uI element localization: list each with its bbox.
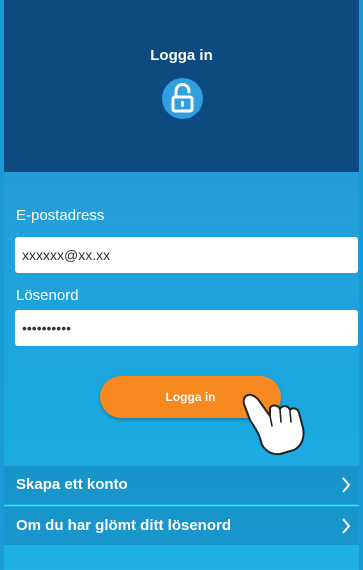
forgot-password-link[interactable]: Om du har glömt ditt lösenord [4,507,359,545]
email-field[interactable]: xxxxxx@xx.xx [15,237,358,273]
pointing-hand-icon [242,393,305,456]
lock-badge [162,78,203,119]
create-account-label: Skapa ett konto [16,476,128,493]
create-account-link[interactable]: Skapa ett konto [4,466,359,504]
divider [4,505,359,506]
page-title: Logga in [150,47,213,64]
header: Logga in [4,0,359,172]
forgot-password-label: Om du har glömt ditt lösenord [16,517,231,534]
login-screen: Logga in E-postadress xxxxxx@xx.xx Lösen… [4,0,359,570]
password-field[interactable]: •••••••••• [15,310,358,346]
chevron-right-icon [342,477,351,493]
password-label: Lösenord [16,287,79,304]
unlocked-padlock-icon [171,83,194,113]
chevron-right-icon [342,518,351,534]
email-label: E-postadress [16,207,105,224]
